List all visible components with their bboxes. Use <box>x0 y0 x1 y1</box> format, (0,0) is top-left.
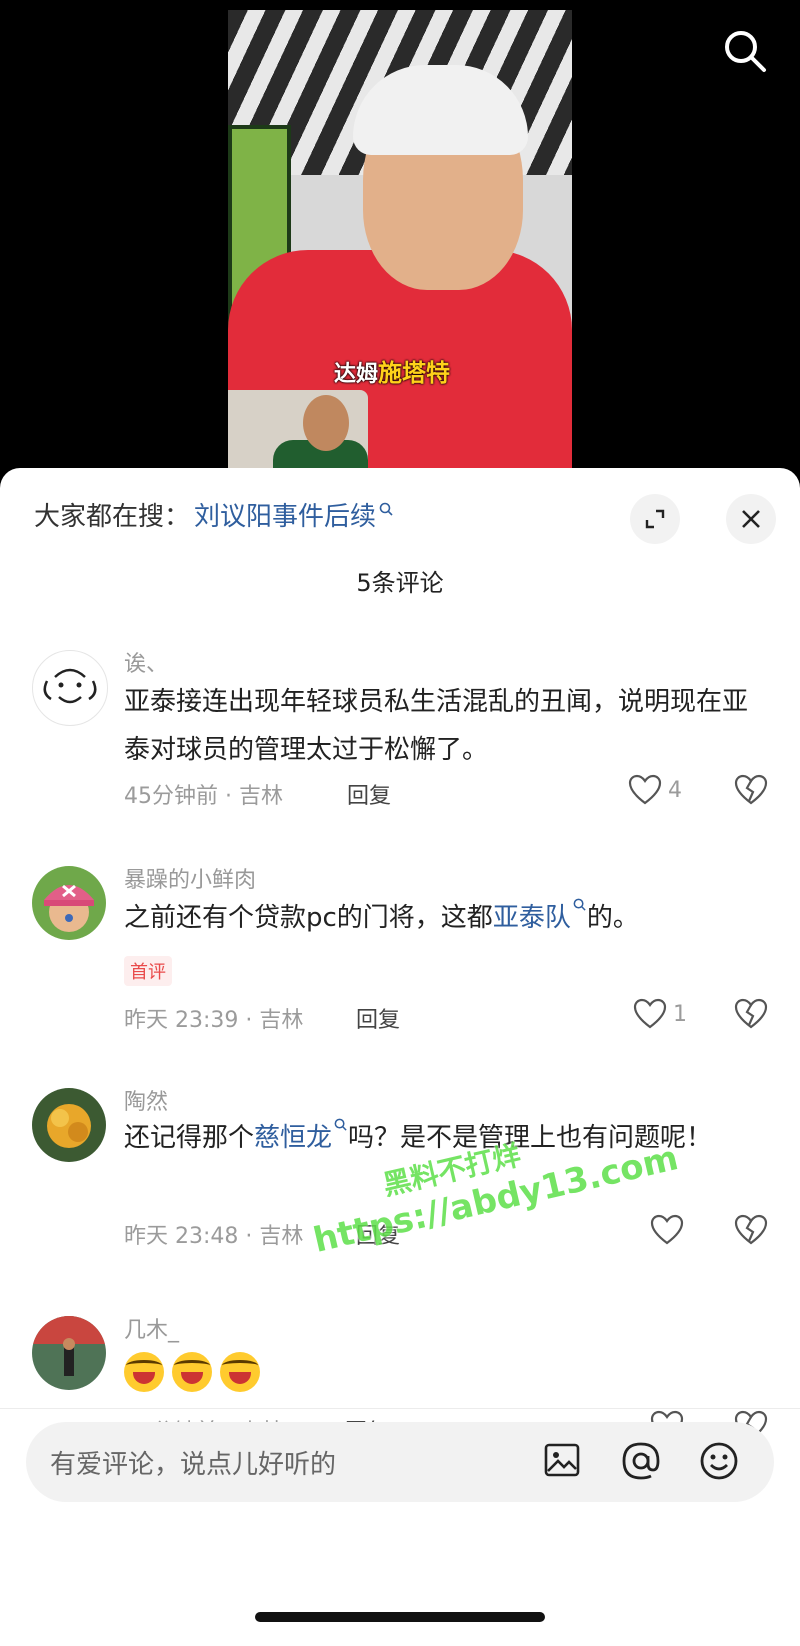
comment-input[interactable]: 有爱评论，说点儿好听的 <box>26 1422 774 1502</box>
home-indicator[interactable] <box>255 1612 545 1622</box>
trending-link[interactable]: 刘议阳事件后续 <box>194 496 376 533</box>
divider <box>0 1408 800 1409</box>
like-button[interactable] <box>650 1214 690 1246</box>
like-count: 1 <box>673 1001 687 1027</box>
close-button[interactable] <box>726 494 776 544</box>
comment-count: 5条评论 <box>356 569 444 597</box>
topic-link[interactable]: 慈恒龙 <box>254 1123 332 1153</box>
comment-meta: 昨天 23:48 · 吉林 <box>124 1224 304 1249</box>
image-icon[interactable] <box>542 1440 582 1484</box>
broken-heart-icon <box>734 774 768 805</box>
like-button[interactable]: 4 <box>628 774 682 806</box>
broken-heart-icon <box>734 998 768 1029</box>
comment-meta: 45分钟前 · 吉林 <box>124 784 283 809</box>
search-icon[interactable] <box>720 26 770 76</box>
trending-label: 大家都在搜： <box>34 502 191 532</box>
video-caption: 达姆施塔特 <box>334 359 451 387</box>
comment-author[interactable]: 几木_ <box>124 1312 179 1344</box>
avatar[interactable] <box>32 1316 106 1390</box>
laugh-cry-emoji-icon <box>172 1352 212 1392</box>
emoji-icon[interactable] <box>698 1440 740 1486</box>
reply-button[interactable]: 回复 <box>347 778 391 810</box>
broken-heart-icon <box>734 1214 768 1245</box>
comment-input-placeholder: 有爱评论，说点儿好听的 <box>50 1450 337 1480</box>
player-inset-image <box>228 390 368 470</box>
avatar[interactable] <box>32 866 106 940</box>
first-comment-badge: 首评 <box>124 956 172 986</box>
search-icon <box>334 1118 347 1131</box>
like-count: 4 <box>668 777 682 803</box>
avatar[interactable] <box>32 1088 106 1162</box>
trending-search[interactable]: 大家都在搜： 刘议阳事件后续 <box>34 496 394 533</box>
search-icon <box>573 898 586 911</box>
expand-button[interactable] <box>630 494 680 544</box>
expand-icon <box>645 509 665 529</box>
avatar[interactable] <box>32 650 108 726</box>
reply-button[interactable]: 回复 <box>356 1002 400 1034</box>
laugh-cry-emoji-icon <box>220 1352 260 1392</box>
laugh-cry-emoji-icon <box>124 1352 164 1392</box>
comment-text: 亚泰接连出现年轻球员私生活混乱的丑闻，说明现在亚泰对球员的管理太过于松懈了。 <box>124 687 749 765</box>
comment-author[interactable]: 陶然 <box>124 1084 168 1116</box>
comment-author[interactable]: 暴躁的小鲜肉 <box>124 862 256 894</box>
heart-icon <box>628 774 662 805</box>
dislike-button[interactable] <box>734 998 768 1034</box>
search-icon <box>379 502 393 516</box>
close-icon <box>742 510 760 528</box>
heart-icon <box>650 1214 684 1245</box>
comment-meta: 昨天 23:39 · 吉林 <box>124 1008 304 1033</box>
heart-icon <box>633 998 667 1029</box>
topic-link[interactable]: 亚泰队 <box>493 903 571 933</box>
comment-text: 之前还有个贷款pc的门将，这都亚泰队 的。 <box>124 894 764 942</box>
dislike-button[interactable] <box>734 774 768 810</box>
like-button[interactable]: 1 <box>633 998 687 1030</box>
dislike-button[interactable] <box>734 1214 768 1250</box>
laugh-cry-emojis <box>124 1352 260 1392</box>
video-player[interactable]: 达姆施塔特 <box>228 10 572 470</box>
at-icon[interactable] <box>620 1440 662 1486</box>
comment-author[interactable]: 诶、 <box>124 646 168 678</box>
